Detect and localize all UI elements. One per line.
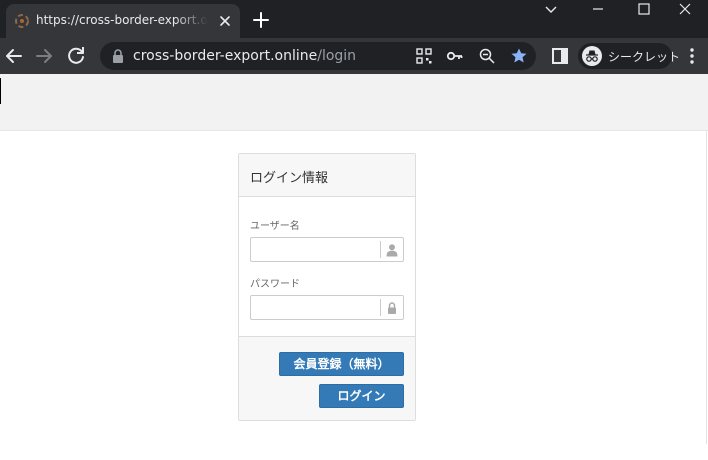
tab-strip: https://cross-border-export.online/login (0, 0, 708, 38)
forward-arrow-icon[interactable] (32, 44, 56, 68)
qr-code-icon[interactable] (415, 47, 433, 65)
incognito-label: シークレット (608, 50, 681, 64)
page-viewport: ログイン情報 ユーザー名 パスワード 会員登録（無料） ログイン (0, 74, 708, 460)
password-input[interactable] (251, 296, 379, 319)
login-panel-title: ログイン情報 (250, 171, 329, 186)
password-label: パスワード (250, 279, 300, 290)
login-panel-footer: 会員登録（無料） ログイン (239, 336, 415, 420)
url-text: cross-border-export.online/login (133, 48, 356, 64)
username-label: ユーザー名 (250, 221, 300, 232)
page-right-border (706, 131, 707, 444)
lock-icon (388, 302, 396, 314)
login-button[interactable]: ログイン (319, 384, 404, 408)
window-close-icon[interactable] (662, 0, 708, 30)
address-bar[interactable]: cross-border-export.online/login (100, 42, 536, 70)
new-tab-icon[interactable] (252, 11, 270, 29)
key-icon[interactable] (446, 47, 464, 65)
tab-close-icon[interactable] (216, 12, 234, 30)
incognito-icon (582, 46, 602, 66)
page-header-bar (0, 74, 708, 131)
back-arrow-icon[interactable] (2, 44, 26, 68)
url-path: /login (317, 48, 357, 64)
minimize-icon[interactable] (575, 0, 621, 30)
active-tab[interactable]: https://cross-border-export.online/login (6, 4, 240, 38)
login-panel: ログイン情報 ユーザー名 パスワード 会員登録（無料） ログイン (238, 153, 416, 421)
zoom-out-icon[interactable] (478, 47, 496, 65)
kebab-menu-icon[interactable] (682, 46, 702, 66)
side-panel-icon[interactable] (548, 44, 572, 68)
tab-title: https://cross-border-export.online/login (36, 13, 208, 27)
username-field-separator (380, 241, 381, 258)
reload-icon[interactable] (64, 44, 88, 68)
url-host: cross-border-export.online (133, 48, 318, 64)
text-cursor (0, 78, 1, 104)
maximize-icon[interactable] (621, 0, 667, 30)
password-field (250, 295, 404, 320)
login-panel-header: ログイン情報 (239, 154, 415, 197)
register-button[interactable]: 会員登録（無料） (279, 352, 404, 376)
user-icon (386, 244, 398, 257)
tab-search-chevron-icon[interactable] (528, 0, 574, 30)
browser-toolbar: cross-border-export.online/login シークレット (0, 38, 708, 74)
incognito-profile-button[interactable]: シークレット (578, 43, 680, 69)
username-input[interactable] (251, 238, 379, 261)
username-field (250, 237, 404, 262)
site-favicon-icon (15, 14, 29, 28)
lock-icon[interactable] (112, 49, 124, 63)
password-field-separator (380, 299, 381, 316)
bookmark-star-icon[interactable] (510, 47, 528, 65)
